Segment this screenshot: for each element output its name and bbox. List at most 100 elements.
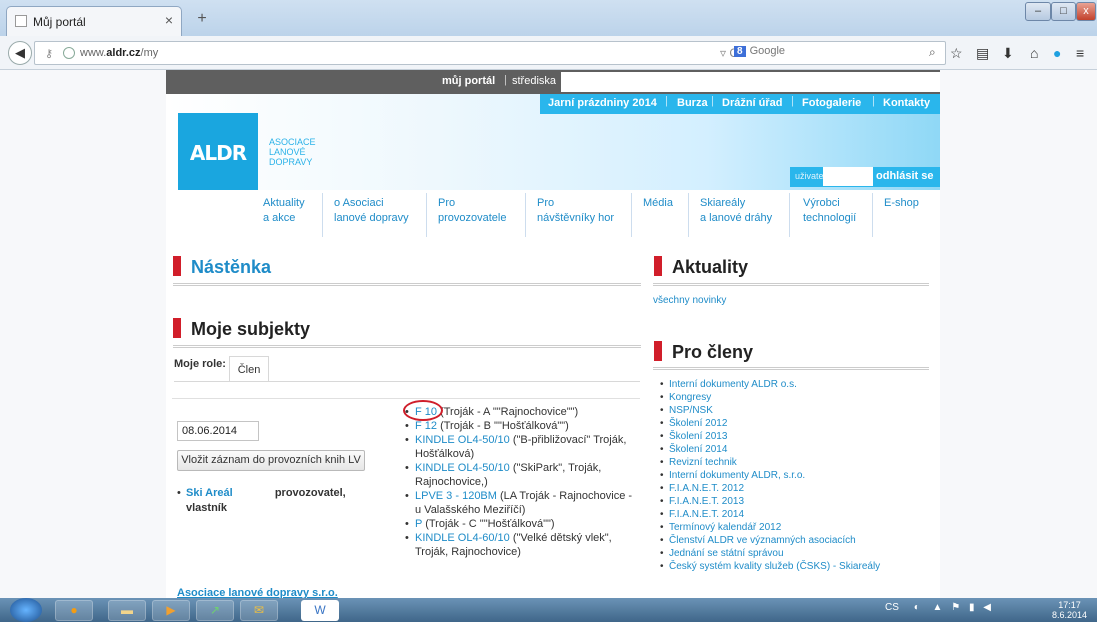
tab-close-icon[interactable]: × [165, 12, 173, 28]
clock[interactable]: 17:17 8.6.2014 [1052, 600, 1087, 620]
menu-icon[interactable]: ≡ [1076, 45, 1084, 61]
back-icon[interactable]: ◀ [8, 41, 32, 65]
role-label: Moje role: [174, 358, 226, 370]
list-item[interactable]: Termínový kalendář 2012 [660, 521, 940, 534]
reading-list-icon[interactable]: ▤ [976, 45, 989, 62]
topnav-burza[interactable]: Burza [677, 97, 708, 109]
aldr-logo[interactable]: ALDR [178, 113, 258, 193]
mainnav-media[interactable]: Média [643, 196, 673, 211]
explorer-icon[interactable]: ▬ [108, 600, 146, 621]
portal-topbar-blank [561, 72, 940, 92]
mainnav-operators[interactable]: Pro provozovatele [438, 196, 507, 226]
mainnav-divider [426, 193, 427, 237]
user-input[interactable] [823, 167, 873, 186]
mainnav-visitors[interactable]: Pro návštěvníky hor [537, 196, 614, 226]
mainnav-about[interactable]: o Asociaci lanové dopravy [334, 196, 409, 226]
list-item: LPVE 3 - 120BM (LA Troják - Rajnochovice… [405, 489, 635, 517]
media-icon[interactable]: ▶ [152, 600, 190, 621]
topnav-rail-office[interactable]: Drážní úřad [722, 97, 783, 109]
list-item[interactable]: Jednání se státní správou [660, 547, 940, 560]
topbar-separator: | [504, 74, 507, 86]
language-indicator[interactable]: CS [885, 602, 899, 613]
book-link[interactable]: KINDLE OL4-60/10 [415, 532, 510, 544]
browser-tab[interactable]: Můj portál × [6, 6, 182, 36]
search-engine-icon[interactable]: 8 [734, 46, 746, 57]
add-record-button[interactable]: Vložit záznam do provozních knih LV [177, 450, 365, 471]
skype-icon[interactable]: ● [1053, 45, 1061, 61]
user-label: uživatel [795, 171, 826, 181]
topnav-gallery[interactable]: Fotogalerie [802, 97, 861, 109]
list-item[interactable]: Interní dokumenty ALDR o.s. [660, 378, 940, 391]
members-heading: Pro členy [654, 341, 753, 363]
search-icon[interactable]: ⌕ [929, 45, 936, 60]
mainnav-ski-resorts[interactable]: Skiareály a lanové dráhy [700, 196, 772, 226]
list-item[interactable]: F.I.A.N.E.T. 2014 [660, 508, 940, 521]
list-item[interactable]: Revizní technik [660, 456, 940, 469]
chart-icon[interactable]: ↗ [196, 600, 234, 621]
list-item[interactable]: Český systém kvality služeb (ČSKS) - Ski… [660, 560, 940, 573]
topnav-spring-holidays[interactable]: Jarní prázdniny 2014 [548, 97, 657, 109]
search-box[interactable]: 8 Google ⌕ [734, 45, 936, 63]
mainnav-divider [872, 193, 873, 237]
flag-icon[interactable]: ⚑ [951, 602, 960, 613]
window-maximize-button[interactable]: □ [1051, 2, 1076, 21]
firefox-icon[interactable]: ● [55, 600, 93, 621]
list-item[interactable]: Školení 2014 [660, 443, 940, 456]
network-icon[interactable]: ◐ [914, 602, 920, 613]
list-item: KINDLE OL4-50/10 ("SkiPark", Troják, Raj… [405, 461, 635, 489]
list-item[interactable]: NSP/NSK [660, 404, 940, 417]
list-item[interactable]: Školení 2013 [660, 430, 940, 443]
list-item[interactable]: Členství ALDR ve významných asociacích [660, 534, 940, 547]
tab-underline [174, 381, 640, 382]
mainnav-manufacturers[interactable]: Výrobci technologií [803, 196, 856, 226]
skiareal-link[interactable]: Ski Areál [186, 487, 233, 499]
logout-link[interactable]: odhlásit se [876, 170, 933, 182]
heading-marker [654, 256, 662, 276]
topnav-separator: | [872, 95, 875, 107]
volume-icon[interactable]: ◀ [983, 602, 991, 613]
mainnav-divider [322, 193, 323, 237]
home-icon[interactable]: ⌂ [1030, 45, 1038, 61]
topnav-contacts[interactable]: Kontakty [883, 97, 930, 109]
red-circle-annotation [403, 400, 443, 421]
search-placeholder: Google [749, 45, 786, 57]
download-icon[interactable]: ⬇ [1002, 45, 1014, 62]
my-portal-link[interactable]: můj portál [442, 75, 495, 87]
topnav-separator: | [711, 95, 714, 107]
list-item[interactable]: F.I.A.N.E.T. 2012 [660, 482, 940, 495]
word-icon[interactable]: W [301, 600, 339, 621]
book-link[interactable]: F 12 [415, 420, 437, 432]
mainnav-eshop[interactable]: E-shop [884, 196, 919, 211]
topnav-separator: | [791, 95, 794, 107]
board-heading: Nástěnka [173, 256, 271, 278]
book-link[interactable]: LPVE 3 - 120BM [415, 490, 497, 502]
all-news-link[interactable]: všechny novinky [653, 295, 726, 306]
outlook-icon[interactable]: ✉ [240, 600, 278, 621]
tray-arrow-icon[interactable]: ▲ [933, 602, 943, 613]
star-icon[interactable]: ☆ [950, 45, 963, 62]
list-item: KINDLE OL4-60/10 ("Velké dětský vlek", T… [405, 531, 635, 559]
centers-link[interactable]: střediska [512, 75, 556, 87]
list-item[interactable]: Kongresy [660, 391, 940, 404]
book-link[interactable]: KINDLE OL4-50/10 [415, 462, 510, 474]
skiareal-role-2: vlastník [186, 502, 227, 514]
window-close-button[interactable]: x [1076, 2, 1096, 21]
list-item[interactable]: F.I.A.N.E.T. 2013 [660, 495, 940, 508]
date-input[interactable] [177, 421, 259, 441]
start-button-icon[interactable] [10, 598, 42, 622]
url-text: www.aldr.cz/my [80, 47, 159, 59]
list-item[interactable]: Školení 2012 [660, 417, 940, 430]
signal-icon[interactable]: ▮ [969, 602, 975, 613]
list-item[interactable]: Interní dokumenty ALDR, s.r.o. [660, 469, 940, 482]
skiareal-role: provozovatel, [274, 487, 346, 499]
lock-icon[interactable]: ⚷ [45, 47, 53, 60]
new-tab-button[interactable]: + [190, 10, 214, 30]
members-list: Interní dokumenty ALDR o.s. Kongresy NSP… [660, 378, 940, 573]
skiareal-item: • Ski Areál provozovatel, vlastník [177, 487, 346, 514]
mainnav-news[interactable]: Aktuality a akce [263, 196, 305, 226]
book-link[interactable]: KINDLE OL4-50/10 [415, 434, 510, 446]
tab-member[interactable]: Člen [229, 356, 269, 382]
topnav-separator: | [665, 95, 668, 107]
system-tray: CS ◐ ▲ ⚑ ▮ ◀ [885, 602, 991, 613]
window-minimize-button[interactable]: – [1025, 2, 1051, 21]
